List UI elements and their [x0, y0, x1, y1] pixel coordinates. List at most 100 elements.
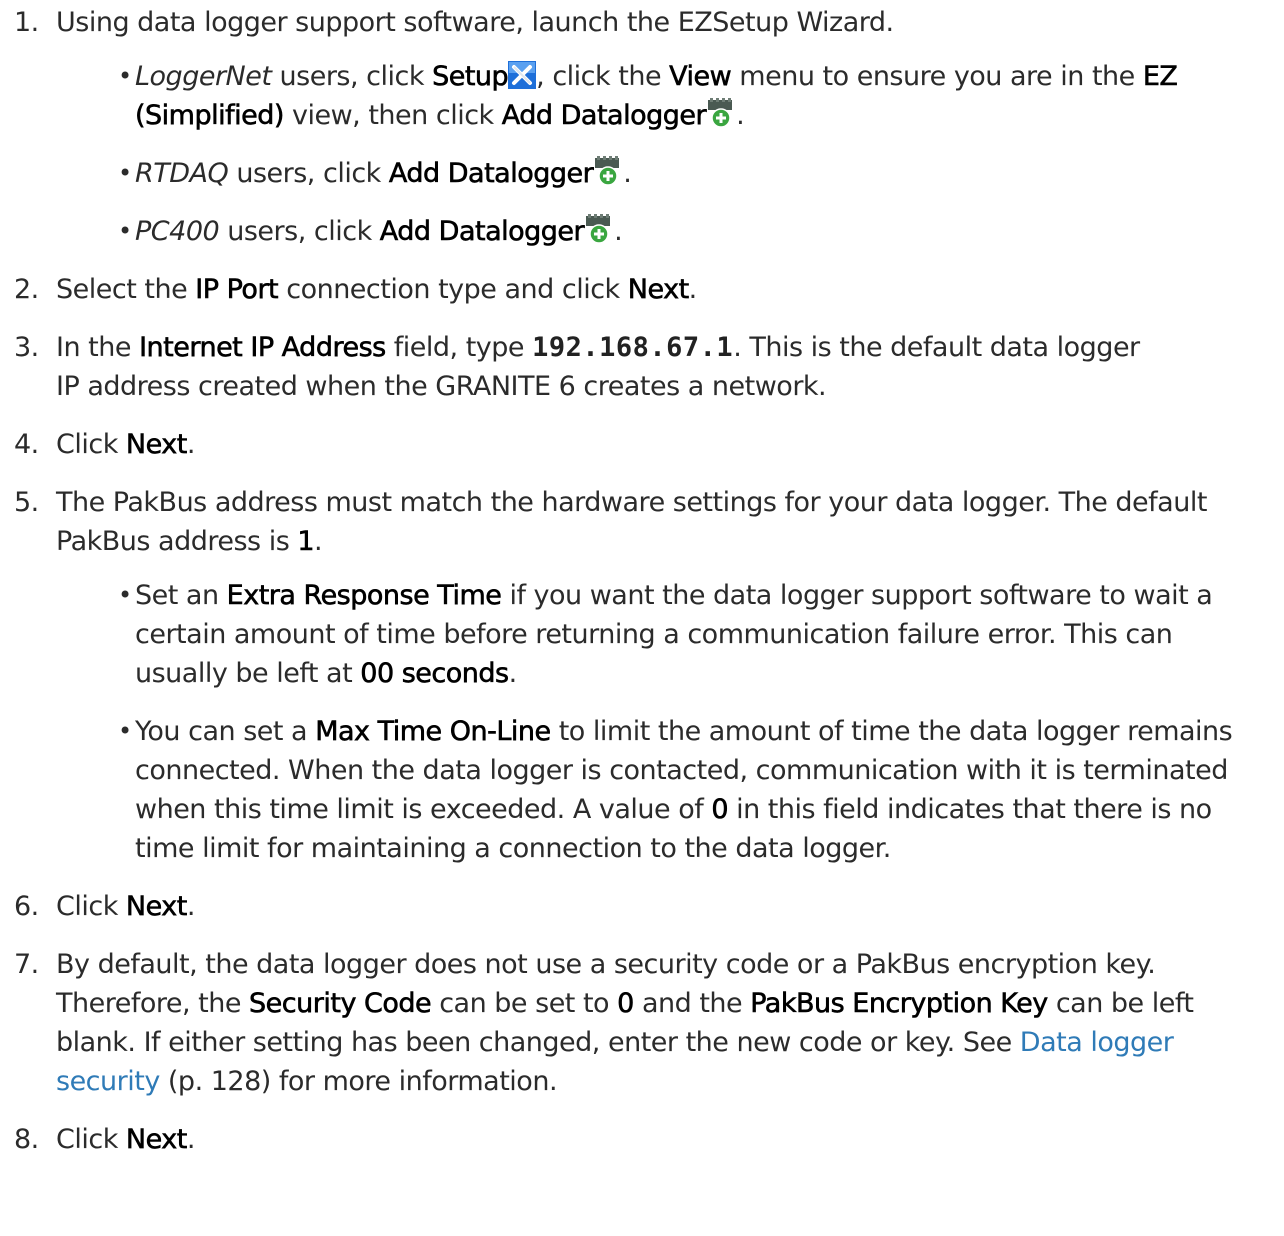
bullet-extra-response-time: • Set an Extra Response Time if you want… [56, 576, 1284, 693]
text: time limit for maintaining a connection … [135, 833, 891, 864]
step-5: 5. The PakBus address must match the har… [0, 483, 1284, 868]
internet-ip-address-label: Internet IP Address [139, 332, 387, 364]
step-number: 3. [14, 332, 39, 363]
text: users, click [271, 61, 433, 92]
text: (p. 128) for more information. [159, 1066, 558, 1097]
text: Click [56, 1124, 126, 1155]
text: field, type [385, 332, 533, 363]
text: blank. If either setting has been change… [56, 1027, 1020, 1058]
step-5-bullets: • Set an Extra Response Time if you want… [56, 576, 1284, 868]
security-code-label: Security Code [249, 988, 432, 1020]
step-2: 2. Select the IP Port connection type an… [0, 270, 1284, 309]
step-1-bullets: • LoggerNet users, click Setup , click th… [56, 57, 1284, 251]
text: . [508, 658, 518, 689]
step-number: 4. [14, 429, 39, 460]
data-logger-security-link-cont[interactable]: security [56, 1066, 160, 1097]
bullet-dot: • [118, 159, 132, 187]
add-datalogger-label: Add Datalogger [501, 100, 707, 132]
text: . [623, 158, 632, 189]
text: certain amount of time before returning … [135, 619, 1173, 650]
text: can be set to [431, 988, 618, 1019]
bullet-dot: • [118, 581, 132, 609]
extra-response-time-label: Extra Response Time [226, 580, 502, 612]
step-number: 7. [14, 949, 39, 980]
bullet-dot: • [118, 717, 132, 745]
text: usually be left at [135, 658, 361, 689]
text: The PakBus address must match the hardwa… [56, 487, 1207, 518]
next-label: Next [125, 891, 188, 923]
bullet-dot: • [118, 62, 132, 90]
text: users, click [228, 158, 389, 189]
text: Click [56, 429, 126, 460]
step-7: 7. By default, the data logger does not … [0, 945, 1284, 1101]
text: Select the [56, 274, 196, 305]
next-label: Next [627, 274, 689, 306]
step-4: 4. Click Next. [0, 425, 1284, 464]
text: can be left [1047, 988, 1194, 1019]
zero-value: 0 [617, 988, 635, 1020]
max-time-online-label: Max Time On-Line [315, 716, 552, 748]
step-3: 3. In the Internet IP Address field, typ… [0, 328, 1284, 406]
text: Therefore, the [56, 988, 250, 1019]
text: . [186, 1124, 196, 1155]
text: Set an [135, 580, 227, 611]
steps-list: 1. Using data logger support software, l… [0, 3, 1284, 1159]
text: Click [56, 891, 126, 922]
data-logger-security-link[interactable]: Data logger [1020, 1027, 1174, 1058]
step-number: 6. [14, 891, 39, 922]
text: You can set a [135, 716, 316, 747]
add-datalogger-icon [584, 214, 614, 244]
next-label: Next [125, 1124, 188, 1156]
text: . [614, 216, 623, 247]
add-datalogger-label: Add Datalogger [379, 216, 585, 248]
simplified-label: (Simplified) [135, 100, 285, 132]
bullet-rtdaq: • RTDAQ users, click Add Datalogger. [56, 154, 1284, 193]
software-name: PC400 [135, 216, 220, 247]
text: PakBus address is [56, 526, 298, 557]
setup-label: Setup [432, 61, 509, 93]
next-label: Next [125, 429, 188, 461]
add-datalogger-icon [706, 98, 736, 128]
step-number: 2. [14, 274, 39, 305]
text: . [314, 526, 323, 557]
step-text: Using data logger support software, laun… [56, 7, 894, 38]
ip-address-code: 192.168.67.1 [532, 332, 734, 363]
text: menu to ensure you are in the [731, 61, 1143, 92]
zero-value: 0 [711, 794, 729, 826]
text: By default, the data logger does not use… [56, 949, 1156, 980]
view-menu-label: View [669, 61, 732, 93]
step-number: 8. [14, 1124, 39, 1155]
pakbus-default-value: 1 [297, 526, 315, 558]
text: In the [56, 332, 140, 363]
procedure: 1. Using data logger support software, l… [0, 0, 1284, 1159]
bullet-pc400: • PC400 users, click Add Datalogger. [56, 212, 1284, 251]
add-datalogger-label: Add Datalogger [388, 158, 594, 190]
setup-tools-icon [508, 61, 536, 89]
text: . [688, 274, 698, 305]
ip-port-label: IP Port [195, 274, 279, 306]
step-8: 8. Click Next. [0, 1120, 1284, 1159]
bullet-loggernet: • LoggerNet users, click Setup , click th… [56, 57, 1284, 135]
text: connection type and click [278, 274, 628, 305]
text: and the [633, 988, 751, 1019]
text: in this field indicates that there is no [728, 794, 1212, 825]
step-number: 5. [14, 487, 39, 518]
step-6: 6. Click Next. [0, 887, 1284, 926]
text: connected. When the data logger is conta… [135, 755, 1228, 786]
text: . [186, 429, 196, 460]
text: if you want the data logger support soft… [501, 580, 1213, 611]
step-number: 1. [14, 7, 39, 38]
software-name: LoggerNet [135, 61, 272, 92]
text: view, then click [283, 100, 502, 131]
bullet-dot: • [118, 217, 132, 245]
text: IP address created when the GRANITE 6 cr… [56, 371, 827, 402]
text: . This is the default data logger [733, 332, 1140, 363]
text: users, click [219, 216, 380, 247]
text: , click the [536, 61, 670, 92]
software-name: RTDAQ [135, 158, 229, 189]
ez-label: EZ [1142, 61, 1179, 93]
text: when this time limit is exceeded. A valu… [135, 794, 712, 825]
text: . [736, 100, 745, 131]
step-1: 1. Using data logger support software, l… [0, 3, 1284, 251]
text: to limit the amount of time the data log… [550, 716, 1233, 747]
